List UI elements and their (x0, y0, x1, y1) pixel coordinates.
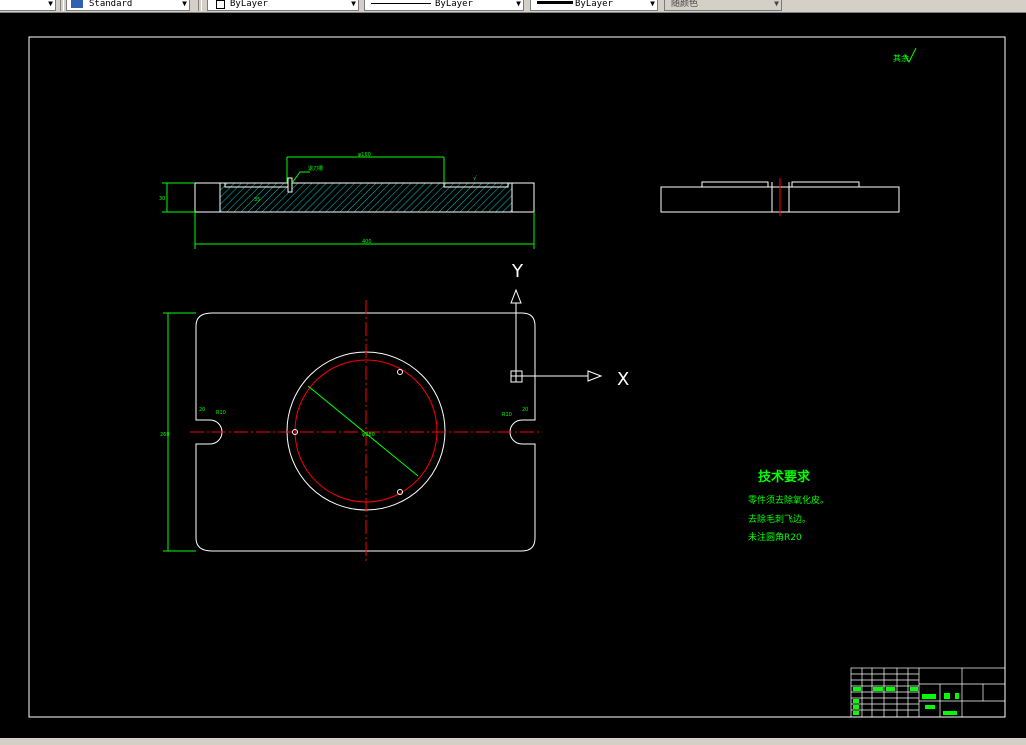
dim-slot-right: 20 (522, 407, 528, 413)
lineweight-sample (537, 1, 573, 4)
linetype-sample (371, 3, 431, 4)
dim-slot-radius: R10 (216, 410, 226, 416)
dim-top-width: φ160 (358, 152, 371, 158)
axis-y-label: Y (511, 261, 524, 282)
dim-slot-radius-right: R10 (502, 412, 512, 418)
toolbar-separator (198, 0, 202, 11)
color-swatch-icon (216, 0, 225, 9)
dim-height: 30 (159, 196, 165, 202)
chevron-down-icon: ▼ (516, 0, 521, 8)
layer-color-combo[interactable]: ByLayer ▼ (207, 0, 359, 11)
side-view (660, 178, 900, 216)
chevron-down-icon: ▼ (650, 0, 655, 8)
tech-line-2: 去除毛刺飞边。 (748, 513, 811, 525)
status-strip (0, 738, 1026, 745)
dim-rough-label: √ (473, 175, 477, 182)
lineweight-combo[interactable]: ByLayer ▼ (530, 0, 658, 11)
dim-total-width: 400 (362, 239, 372, 245)
tech-line-1: 零件须去除氧化皮。 (748, 494, 829, 506)
toolbar-separator (60, 0, 64, 11)
dim-note-label: 退刀槽 (308, 165, 323, 172)
drawing-frame (28, 36, 1006, 718)
dim-left-height: 260 (160, 432, 170, 438)
dim-hatch-label: 35 (254, 197, 260, 203)
plan-view: φ280 260 20 R10 20 R10 (160, 300, 540, 563)
section-view: φ160 400 30 退刀槽 35 √ (159, 152, 535, 249)
chevron-down-icon: ▼ (182, 0, 187, 8)
drawing-canvas[interactable]: 其余 φ160 400 30 退刀槽 35 √ Y X φ280 260 20 … (0, 12, 1026, 738)
chevron-down-icon: ▼ (774, 0, 779, 8)
chevron-down-icon: ▼ (351, 0, 356, 8)
ucs-icon: Y X (510, 261, 629, 390)
linetype-combo[interactable]: ByLayer ▼ (364, 0, 524, 11)
prev-combo[interactable]: ▼ (0, 0, 56, 11)
chevron-down-icon: ▼ (48, 0, 53, 8)
axis-x-label: X (617, 369, 629, 390)
plot-style-combo[interactable]: 随颜色 ▼ (664, 0, 782, 11)
title-block (850, 667, 1006, 718)
dim-slot-left: 20 (199, 407, 205, 413)
dim-diameter-line (307, 385, 419, 477)
text-style-icon (71, 0, 83, 8)
tech-line-3: 未注圆角R20 (748, 531, 802, 543)
text-style-combo[interactable]: Standard ▼ (66, 0, 190, 11)
dim-circle-dia: φ280 (362, 432, 375, 438)
tech-requirements: 技术要求 零件须去除氧化皮。 去除毛刺飞边。 未注圆角R20 (748, 469, 829, 543)
tech-title: 技术要求 (758, 469, 811, 485)
